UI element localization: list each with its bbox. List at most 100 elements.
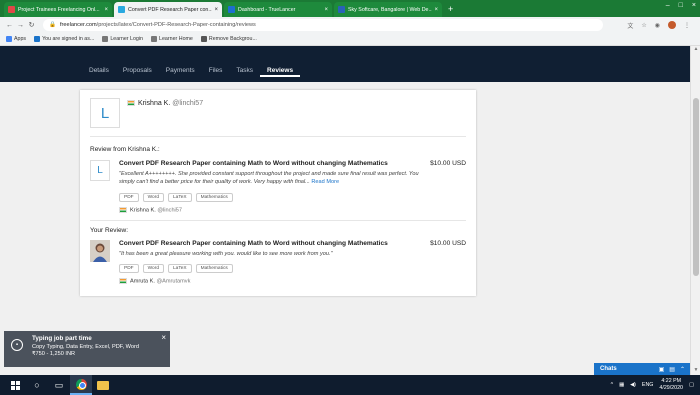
search-button[interactable]: ○ bbox=[26, 375, 48, 395]
skill-tag[interactable]: PDF bbox=[119, 264, 139, 273]
your-review-heading: Your Review: bbox=[90, 227, 129, 234]
bookmarks-bar: Apps You are signed in as... Learner Log… bbox=[0, 33, 700, 46]
browser-tab[interactable]: Project Trainees Freelancing Onl... × bbox=[4, 2, 112, 17]
india-flag-icon bbox=[127, 100, 135, 107]
tab-details[interactable]: Details bbox=[82, 65, 116, 77]
skill-tag[interactable]: Mathematics bbox=[195, 193, 233, 202]
reviewer-info[interactable]: Krishna K. @linchi57 bbox=[119, 207, 182, 213]
new-tab-button[interactable]: + bbox=[448, 2, 453, 17]
menu-icon[interactable]: ⋮ bbox=[684, 22, 690, 29]
bookmark-item[interactable]: Learner Login bbox=[102, 36, 143, 42]
bookmark-item[interactable]: Apps bbox=[6, 36, 26, 42]
user-photo-avatar[interactable] bbox=[90, 240, 110, 262]
minimize-icon[interactable]: – bbox=[666, 2, 670, 9]
reviewer-info[interactable]: Amruta K. @Amrutamvk bbox=[119, 278, 190, 284]
star-icon[interactable]: ☆ bbox=[641, 22, 646, 29]
site-header: Details Proposals Payments Files Tasks Review… bbox=[0, 46, 690, 82]
profile-name[interactable]: Krishna K. @linchi57 bbox=[127, 100, 203, 107]
start-button[interactable] bbox=[4, 375, 26, 395]
tab-payments[interactable]: Payments bbox=[159, 65, 202, 77]
page-scrollbar[interactable]: ▲ ▼ bbox=[690, 46, 700, 375]
tab-reviews[interactable]: Reviews bbox=[260, 65, 301, 77]
review-text: "It has been a great pleasure working wi… bbox=[119, 251, 333, 257]
skill-tag[interactable]: LaTeX bbox=[167, 193, 192, 202]
skills-list: PDF Word LaTeX Mathematics bbox=[119, 193, 233, 202]
bookmark-item[interactable]: You are signed in as... bbox=[34, 36, 94, 42]
toast-skills: Copy Typing, Data Entry, Excel, PDF, Wor… bbox=[32, 344, 139, 350]
minimize-icon[interactable]: ⌃ bbox=[680, 366, 685, 373]
scrollbar-thumb[interactable] bbox=[693, 98, 699, 276]
close-icon[interactable]: × bbox=[434, 7, 438, 13]
close-window-icon[interactable]: × bbox=[692, 2, 696, 9]
scroll-up-icon[interactable]: ▲ bbox=[691, 46, 700, 54]
extension-icon[interactable]: ◉ bbox=[655, 22, 660, 29]
tab-favicon-icon bbox=[228, 6, 235, 13]
tab-favicon-icon bbox=[8, 6, 15, 13]
skills-list: PDF Word LaTeX Mathematics bbox=[119, 264, 233, 273]
skill-tag[interactable]: PDF bbox=[119, 193, 139, 202]
browser-tab-active[interactable]: Convert PDF Research Paper con... × bbox=[114, 2, 222, 17]
notifications-icon[interactable]: ▢ bbox=[689, 382, 694, 388]
settings-icon[interactable]: ▤ bbox=[669, 366, 675, 373]
profile-handle: @linchi57 bbox=[172, 100, 204, 107]
chat-tab[interactable]: Chats ▣ ▤ ⌃ bbox=[594, 363, 690, 375]
language-indicator[interactable]: ENG bbox=[642, 382, 653, 388]
cortana-circle-icon: ○ bbox=[34, 380, 40, 390]
close-icon[interactable]: × bbox=[104, 7, 108, 13]
reload-icon[interactable]: ↻ bbox=[26, 21, 37, 29]
bookmark-label: Learner Login bbox=[110, 36, 144, 42]
new-chat-icon[interactable]: ▣ bbox=[659, 366, 665, 373]
avatar[interactable]: L bbox=[90, 160, 110, 181]
bookmark-favicon-icon bbox=[200, 36, 207, 42]
avatar[interactable]: L bbox=[90, 98, 120, 128]
taskbar-chrome[interactable] bbox=[70, 375, 92, 395]
skill-tag[interactable]: LaTeX bbox=[167, 264, 192, 273]
review-project-title[interactable]: Convert PDF Research Paper containing Ma… bbox=[119, 160, 388, 167]
clock[interactable]: 4:22 PM 4/29/2020 bbox=[659, 378, 683, 392]
profile-avatar-icon[interactable] bbox=[668, 21, 676, 29]
skill-tag[interactable]: Mathematics bbox=[195, 264, 233, 273]
system-tray: ^ ▦ ◀) ENG 4:22 PM 4/29/2020 ▢ bbox=[611, 378, 700, 392]
review-text: "Excellent A++++++++. She provided const… bbox=[119, 170, 419, 186]
browser-tab[interactable]: Dashboard - TrueLancer × bbox=[224, 2, 332, 17]
tab-tasks[interactable]: Tasks bbox=[229, 65, 260, 77]
url-host: freelancer.com bbox=[59, 22, 97, 28]
network-icon[interactable]: ▦ bbox=[619, 382, 624, 388]
url-input[interactable]: 🔒 freelancer.com/projects/latex/Convert-… bbox=[43, 19, 603, 31]
divider bbox=[90, 136, 466, 137]
bookmark-item[interactable]: Remove Backgrou... bbox=[200, 36, 257, 42]
skill-tag[interactable]: Word bbox=[142, 193, 164, 202]
reviews-card: L Krishna K. @linchi57 Review from Krish… bbox=[80, 90, 476, 296]
task-view-button[interactable]: ▭ bbox=[48, 375, 70, 395]
scroll-down-icon[interactable]: ▼ bbox=[691, 367, 700, 375]
tab-title: Project Trainees Freelancing Onl... bbox=[18, 6, 100, 13]
chrome-icon bbox=[75, 378, 87, 390]
close-icon[interactable]: × bbox=[324, 7, 328, 13]
job-notification-toast[interactable]: ▪ Typing job part time Copy Typing, Data… bbox=[4, 331, 170, 367]
close-icon[interactable]: × bbox=[161, 333, 166, 342]
tab-proposals[interactable]: Proposals bbox=[116, 65, 159, 77]
project-tabs: Details Proposals Payments Files Tasks Review… bbox=[82, 65, 301, 77]
volume-icon[interactable]: ◀) bbox=[630, 382, 636, 388]
bookmark-label: Remove Backgrou... bbox=[208, 36, 257, 42]
close-icon[interactable]: × bbox=[214, 7, 218, 13]
back-icon[interactable]: ← bbox=[4, 22, 15, 29]
browser-tab[interactable]: Sky Softcare, Bangalore | Web De... × bbox=[334, 2, 442, 17]
clock-time: 4:22 PM bbox=[661, 378, 682, 384]
address-bar-row: ← → ↻ 🔒 freelancer.com/projects/latex/Co… bbox=[0, 17, 700, 33]
bookmark-item[interactable]: Learner Home bbox=[151, 36, 193, 42]
maximize-icon[interactable]: □ bbox=[679, 2, 683, 9]
review-project-title[interactable]: Convert PDF Research Paper containing Ma… bbox=[119, 240, 388, 247]
forward-icon[interactable]: → bbox=[15, 22, 26, 29]
taskbar-file-explorer[interactable] bbox=[92, 375, 114, 395]
tab-files[interactable]: Files bbox=[202, 65, 230, 77]
reviewer-name: Amruta K. bbox=[130, 278, 155, 285]
divider bbox=[90, 220, 466, 221]
tray-chevron-icon[interactable]: ^ bbox=[611, 382, 614, 388]
skill-tag[interactable]: Word bbox=[142, 264, 164, 273]
read-more-link[interactable]: Read More bbox=[311, 179, 339, 185]
tab-title: Convert PDF Research Paper con... bbox=[128, 6, 213, 13]
url-path: /projects/latex/Convert-PDF-Research-Pap… bbox=[96, 22, 256, 28]
reviewer-name: Krishna K. bbox=[130, 207, 156, 214]
translate-icon[interactable]: 文 bbox=[627, 21, 633, 30]
